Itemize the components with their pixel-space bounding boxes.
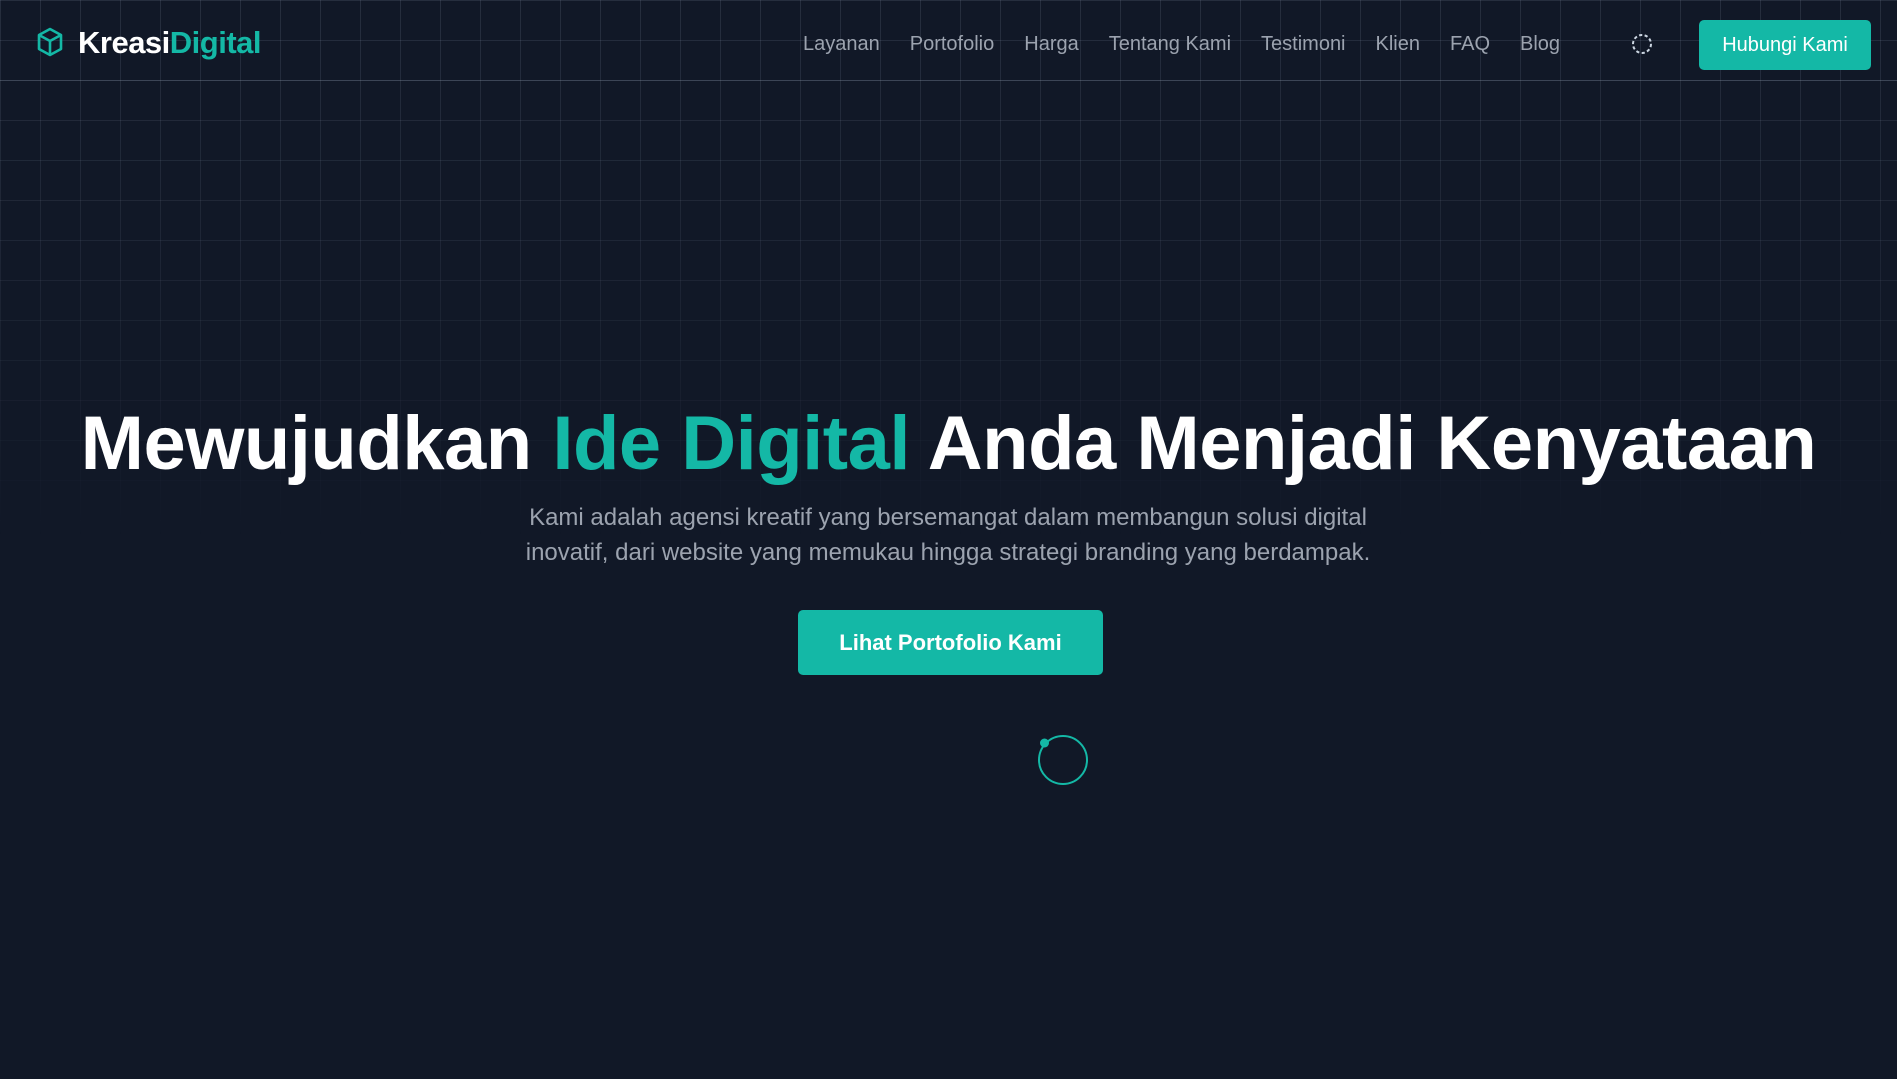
hero-title-start: Mewujudkan	[80, 401, 553, 486]
brand-logo-link[interactable]: KreasiDigital	[36, 24, 262, 60]
brand-name-primary: Kreasi	[78, 24, 170, 60]
nav-link-klien[interactable]: Klien	[1376, 32, 1420, 56]
hero-title-accent: Ide Digital	[552, 401, 910, 486]
landing-page: KreasiDigital Layanan Portofolio Harga T…	[0, 0, 1897, 1079]
nav-link-testimoni[interactable]: Testimoni	[1261, 32, 1345, 56]
nav-link-faq[interactable]: FAQ	[1450, 32, 1490, 56]
hero-title-end: Anda Menjadi Kenyataan	[909, 401, 1817, 486]
nav-link-layanan[interactable]: Layanan	[803, 32, 880, 56]
contact-button[interactable]: Hubungi Kami	[1699, 20, 1871, 70]
sun-icon	[1632, 34, 1652, 54]
brand-name: KreasiDigital	[78, 24, 262, 60]
nav-link-portofolio[interactable]: Portofolio	[910, 32, 995, 56]
theme-toggle-button[interactable]	[1628, 30, 1656, 58]
hero-subtitle-line-1: Kami adalah agensi kreatif yang berseman…	[529, 504, 1367, 531]
nav-link-tentang-kami[interactable]: Tentang Kami	[1109, 32, 1231, 56]
nav-link-harga[interactable]: Harga	[1024, 32, 1078, 56]
brand-name-accent: Digital	[169, 24, 262, 60]
loading-spinner-icon	[1038, 735, 1088, 785]
nav-link-blog[interactable]: Blog	[1520, 32, 1560, 56]
cube-icon	[37, 27, 63, 57]
hero-subtitle: Kami adalah agensi kreatif yang berseman…	[448, 500, 1448, 570]
hero-subtitle-line-2: inovatif, dari website yang memukau hing…	[525, 539, 1371, 566]
hero-title: Mewujudkan Ide Digital Anda Menjadi Keny…	[0, 398, 1897, 490]
view-portfolio-button[interactable]: Lihat Portofolio Kami	[798, 610, 1103, 675]
top-navbar: KreasiDigital Layanan Portofolio Harga T…	[0, 0, 1897, 81]
nav-menu: Layanan Portofolio Harga Tentang Kami Te…	[803, 32, 1590, 56]
